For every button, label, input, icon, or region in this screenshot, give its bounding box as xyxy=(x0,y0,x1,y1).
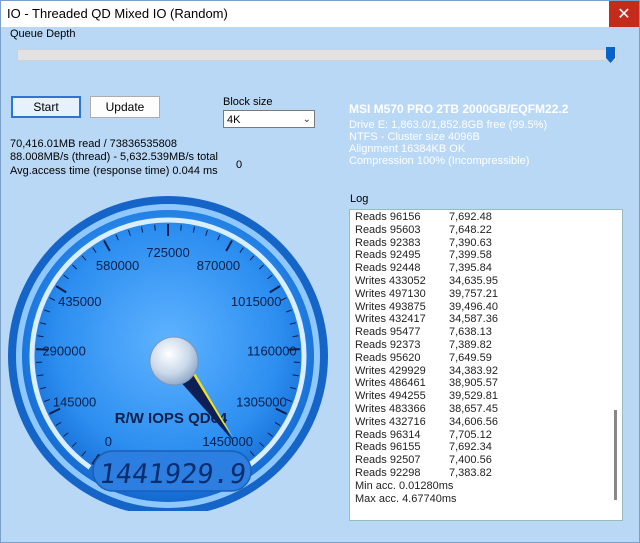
log-row-label: Reads 96314 xyxy=(355,428,421,441)
close-icon: ✕ xyxy=(617,4,631,23)
log-row-value: 7,692.34 xyxy=(449,441,492,454)
block-size-value: 4K xyxy=(227,114,241,126)
block-size-label: Block size xyxy=(223,96,273,108)
log-row-value: 34,383.92 xyxy=(449,364,498,377)
log-row-value: 34,635.95 xyxy=(449,274,498,287)
log-row-label: Max acc. 4.67740ms xyxy=(355,492,457,505)
log-row-value: 7,383.82 xyxy=(449,466,492,479)
log-row-label: Reads 92448 xyxy=(355,262,421,275)
log-row-label: Writes 483366 xyxy=(355,402,426,415)
log-row-value: 38,657.45 xyxy=(449,402,498,415)
stats-access-time: Avg.access time (response time) 0.044 ms xyxy=(10,165,218,177)
gauge-tick-label: 580000 xyxy=(96,258,139,273)
log-row-value: 7,389.82 xyxy=(449,338,492,351)
gauge-tick-label: 1450000 xyxy=(202,434,253,449)
log-row-label: Reads 92373 xyxy=(355,338,421,351)
log-row-label: Reads 95620 xyxy=(355,351,421,364)
log-row-value: 7,705.12 xyxy=(449,428,492,441)
log-row-label: Reads 95477 xyxy=(355,326,421,339)
log-row-label: Reads 92298 xyxy=(355,466,421,479)
log-row-label: Reads 92495 xyxy=(355,249,421,262)
log-row-value: 7,399.58 xyxy=(449,249,492,262)
gauge-needle-cap xyxy=(149,336,199,386)
title-bar: IO - Threaded QD Mixed IO (Random) ✕ xyxy=(1,1,639,27)
gauge-tick-label: 290000 xyxy=(42,344,85,359)
gauge-tick-label: 1160000 xyxy=(247,344,297,359)
log-row-label: Writes 497130 xyxy=(355,287,426,300)
log-row-value: 7,395.84 xyxy=(449,262,492,275)
log-row-value: 38,905.57 xyxy=(449,377,498,390)
log-row-value: 7,390.63 xyxy=(449,236,492,249)
gauge-tick-label: 1305000 xyxy=(236,395,287,410)
gauge-tick-label: 725000 xyxy=(146,245,189,260)
log-row-value: 34,606.56 xyxy=(449,415,498,428)
log-row-label: Reads 95603 xyxy=(355,223,421,236)
log-label: Log xyxy=(350,193,369,205)
log-row-value: 7,692.48 xyxy=(449,211,492,223)
chevron-down-icon: ⌄ xyxy=(302,114,311,125)
iops-gauge: 0 145000 290000 435000 580000 725000 870000 101… xyxy=(8,196,328,511)
log-row-label: Reads 92507 xyxy=(355,454,421,467)
gauge-tick-label: 870000 xyxy=(197,258,240,273)
stats-counter: 0 xyxy=(236,159,243,171)
drive-cluster: NTFS - Cluster size 4096B xyxy=(349,131,480,143)
stats-throughput: 88.008MB/s (thread) - 5,632.539MB/s tota… xyxy=(10,151,218,163)
log-row-label: Writes 433052 xyxy=(355,274,426,287)
log-row-value: 39,757.21 xyxy=(449,287,498,300)
log-row-value: 7,400.56 xyxy=(449,454,492,467)
log-row-label: Reads 92383 xyxy=(355,236,421,249)
update-button[interactable]: Update xyxy=(90,96,160,118)
queue-depth-slider[interactable] xyxy=(17,49,617,61)
log-row-value: 7,648.22 xyxy=(449,223,492,236)
log-row-value: 7,638.13 xyxy=(449,326,492,339)
start-button[interactable]: Start xyxy=(11,96,81,118)
window-title: IO - Threaded QD Mixed IO (Random) xyxy=(7,6,228,21)
app-window: IO - Threaded QD Mixed IO (Random) ✕ Que… xyxy=(0,0,640,543)
log-row-label: Writes 486461 xyxy=(355,377,426,390)
gauge-tick-label: 435000 xyxy=(58,294,101,309)
close-button[interactable]: ✕ xyxy=(609,1,639,27)
gauge-minor-tick xyxy=(180,224,182,231)
stats-read: 70,416.01MB read / 73836535808 xyxy=(10,138,177,150)
log-row-label: Writes 493875 xyxy=(355,300,426,313)
log-row-label: Reads 96155 xyxy=(355,441,421,454)
gauge-minor-tick xyxy=(154,224,156,231)
gauge-tick-label: 1015000 xyxy=(231,294,282,309)
gauge-tick-label: 145000 xyxy=(53,395,96,410)
gauge-display-value: 1441929.9 xyxy=(97,459,248,490)
queue-depth-label: Queue Depth xyxy=(10,28,76,40)
block-size-select[interactable]: 4K ⌄ xyxy=(223,110,315,128)
drive-free: Drive E: 1,863.0/1,852.8GB free (99.5%) xyxy=(349,119,548,131)
drive-compression: Compression 100% (Incompressible) xyxy=(349,155,530,167)
log-row-label: Writes 429929 xyxy=(355,364,426,377)
log-row-value: 39,496.40 xyxy=(449,300,498,313)
log-row-label: Writes 432417 xyxy=(355,313,426,326)
log-scrollbar[interactable] xyxy=(614,410,617,500)
gauge-tick-label: 0 xyxy=(105,434,112,449)
log-row-label: Reads 96156 xyxy=(355,211,421,223)
log-row-value: 7,649.59 xyxy=(449,351,492,364)
log-row-label: Writes 432716 xyxy=(355,415,426,428)
log-row-label: Writes 494255 xyxy=(355,390,426,403)
log-row-label: Min acc. 0.01280ms xyxy=(355,479,454,492)
log-panel[interactable]: Reads 96156 7,692.48 Reads 95603 7,648.22 Re… xyxy=(349,209,623,521)
log-row-value: 34,587.36 xyxy=(449,313,498,326)
log-row-value: 39,529.81 xyxy=(449,390,498,403)
slider-thumb[interactable] xyxy=(606,47,615,63)
drive-alignment: Alignment 16384KB OK xyxy=(349,143,466,155)
drive-name: MSI M570 PRO 2TB 2000GB/EQFM22.2 xyxy=(349,102,569,116)
